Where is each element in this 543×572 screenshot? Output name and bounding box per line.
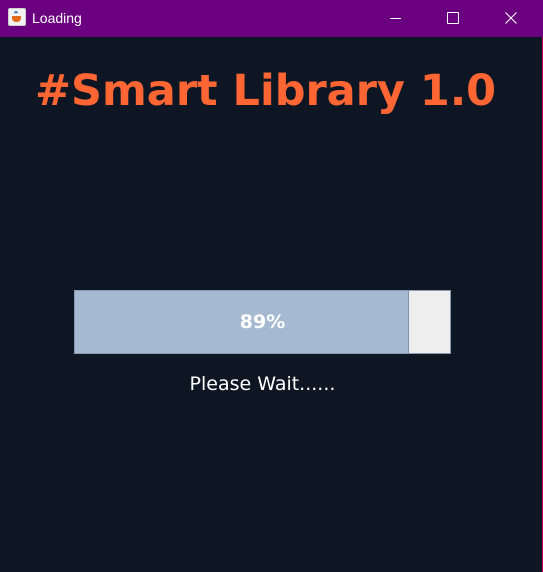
title-bar[interactable]: Loading [0,0,543,37]
maximize-icon [447,12,459,24]
minimize-button[interactable] [366,0,424,37]
loading-progress-bar: 89% [74,290,451,354]
progress-percentage: 89% [239,311,286,333]
loading-window: Loading #Smart Library 1.0 89% Please Wa… [0,0,543,572]
app-heading: #Smart Library 1.0 [35,66,497,116]
maximize-button[interactable] [424,0,482,37]
status-text: Please Wait...... [189,373,336,395]
close-button[interactable] [482,0,540,37]
java-cup-icon [8,8,26,26]
close-icon [505,12,517,24]
window-title: Loading [32,10,82,26]
minimize-icon [390,18,401,19]
